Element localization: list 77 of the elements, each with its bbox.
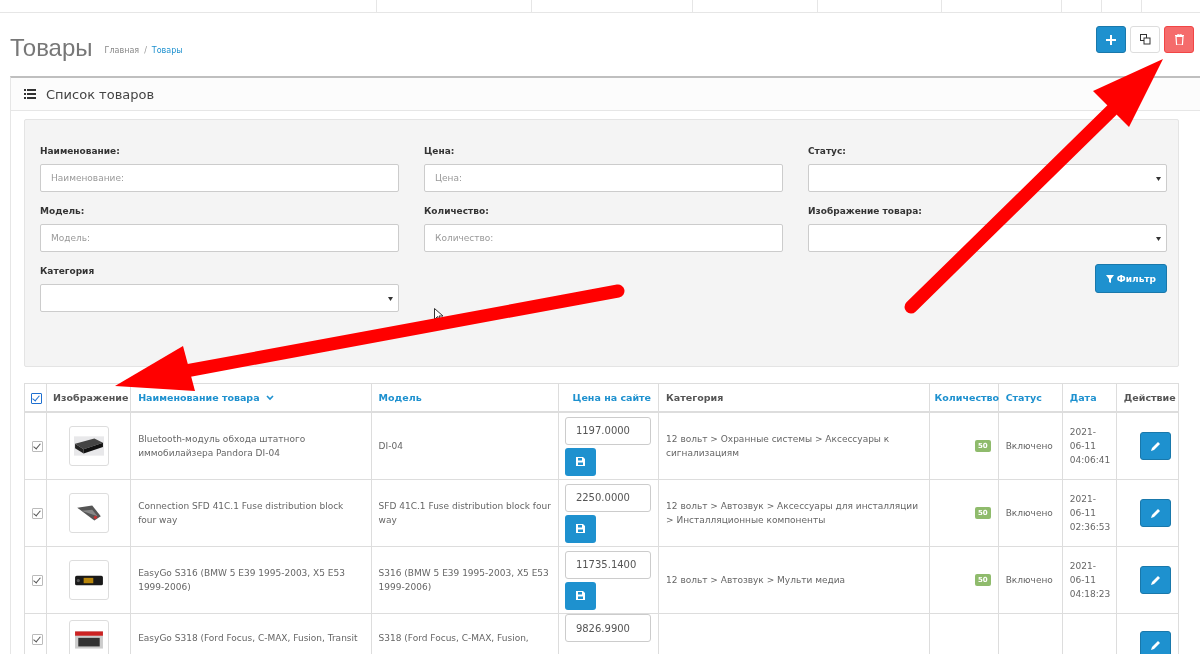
trash-icon — [1174, 34, 1184, 45]
text-field[interactable]: Модель: — [40, 224, 399, 252]
date-text: 2021-06-11 02:36:53 — [1069, 493, 1111, 534]
sort-link[interactable]: Модель — [378, 392, 422, 403]
price-field[interactable]: 2250.0000 — [564, 483, 651, 512]
breadcrumb-link[interactable]: Товары — [151, 46, 183, 55]
field-label: Количество: — [424, 206, 490, 216]
category-path: 12 вольт > Автозвук > Аксессуары для инсталляции > Инсталляционные компоненты — [666, 500, 919, 527]
select-field[interactable] — [808, 224, 1167, 252]
price-field[interactable]: 1197.0000 — [564, 416, 651, 445]
select-all-checkbox[interactable] — [31, 392, 42, 404]
select-field[interactable] — [808, 164, 1167, 192]
edit-button[interactable] — [1140, 631, 1171, 654]
add-button[interactable] — [1096, 26, 1126, 53]
field-label: Статус: — [808, 146, 847, 156]
field-label: Цена: — [424, 146, 456, 156]
filter-icon — [1105, 274, 1114, 283]
edit-button[interactable] — [1140, 566, 1171, 594]
delete-button[interactable] — [1164, 26, 1194, 53]
product-model: S318 (Ford Focus, C-MAX, Fusion, — [378, 632, 529, 645]
save-icon — [575, 457, 585, 466]
edit-button[interactable] — [1140, 499, 1171, 527]
date-text: 2021-06-11 04:06:41 — [1069, 426, 1111, 467]
text-field[interactable]: Наименование: — [40, 164, 399, 192]
save-button[interactable] — [564, 447, 596, 476]
field-label: Категория — [40, 266, 96, 276]
product-model: S316 (BMW 5 E39 1995-2003, X5 E53 1999-2006) — [378, 567, 550, 594]
price-field[interactable]: 9826.9900 — [564, 614, 651, 642]
product-name: Connection SFD 41C.1 Fuse distribution block four way — [138, 500, 345, 527]
save-icon — [575, 524, 585, 533]
copy-button[interactable] — [1130, 26, 1160, 53]
filter-button[interactable]: Фильтр — [1094, 264, 1167, 293]
caret-icon — [265, 394, 274, 401]
status-text: Включено — [1005, 574, 1053, 587]
panel-title: Список товаров — [46, 86, 155, 102]
product-name: Bluetooth-модуль обхода штатного иммобилайзера Pandora DI-04 — [138, 433, 307, 460]
column-header: Изображение — [53, 392, 129, 403]
row-checkbox[interactable] — [32, 634, 43, 645]
save-button[interactable] — [564, 514, 596, 543]
page-title: Товары — [10, 33, 93, 63]
pencil-icon — [1150, 441, 1161, 451]
plus-icon — [1106, 34, 1116, 45]
field-label: Модель: — [40, 206, 86, 216]
field-label: Изображение товара: — [808, 206, 923, 216]
save-icon — [575, 591, 585, 600]
list-icon — [24, 89, 36, 99]
pencil-icon — [1150, 575, 1161, 585]
text-field[interactable]: Количество: — [424, 224, 783, 252]
breadcrumb-link[interactable]: Главная — [104, 46, 140, 55]
text-field[interactable]: Цена: — [424, 164, 783, 192]
breadcrumb-separator: / — [144, 46, 147, 55]
product-name: EasyGo S318 (Ford Focus, C-MAX, Fusion, Transit — [138, 632, 358, 645]
product-name: EasyGo S316 (BMW 5 E39 1995-2003, X5 E53 1999-2006) — [138, 567, 346, 594]
row-checkbox[interactable] — [32, 507, 43, 519]
product-model: DI-04 — [378, 440, 403, 453]
copy-icon — [1139, 34, 1151, 45]
price-field[interactable]: 11735.1400 — [564, 550, 651, 579]
sort-link[interactable]: Дата — [1069, 392, 1097, 403]
edit-button[interactable] — [1140, 432, 1171, 460]
column-header: Действие — [1123, 392, 1176, 403]
column-header: Категория — [666, 392, 724, 403]
row-checkbox[interactable] — [32, 440, 43, 452]
select-field[interactable] — [40, 284, 399, 312]
caret-icon — [1156, 177, 1161, 181]
save-button[interactable] — [564, 581, 596, 610]
category-path: 12 вольт > Охранные системы > Аксессуары к сигнализациям — [666, 433, 891, 460]
caret-icon — [388, 297, 393, 301]
field-label: Наименование: — [40, 146, 121, 156]
pencil-icon — [1150, 508, 1161, 518]
date-text: 2021-06-11 04:18:23 — [1069, 560, 1111, 601]
status-text: Включено — [1005, 507, 1053, 520]
product-model: SFD 41C.1 Fuse distribution block four way — [378, 500, 551, 527]
caret-icon — [1156, 237, 1161, 241]
status-text: Включено — [1005, 440, 1053, 453]
pencil-icon — [1150, 640, 1161, 650]
row-checkbox[interactable] — [32, 574, 43, 586]
category-path: 12 вольт > Автозвук > Мульти медиа — [666, 574, 846, 587]
